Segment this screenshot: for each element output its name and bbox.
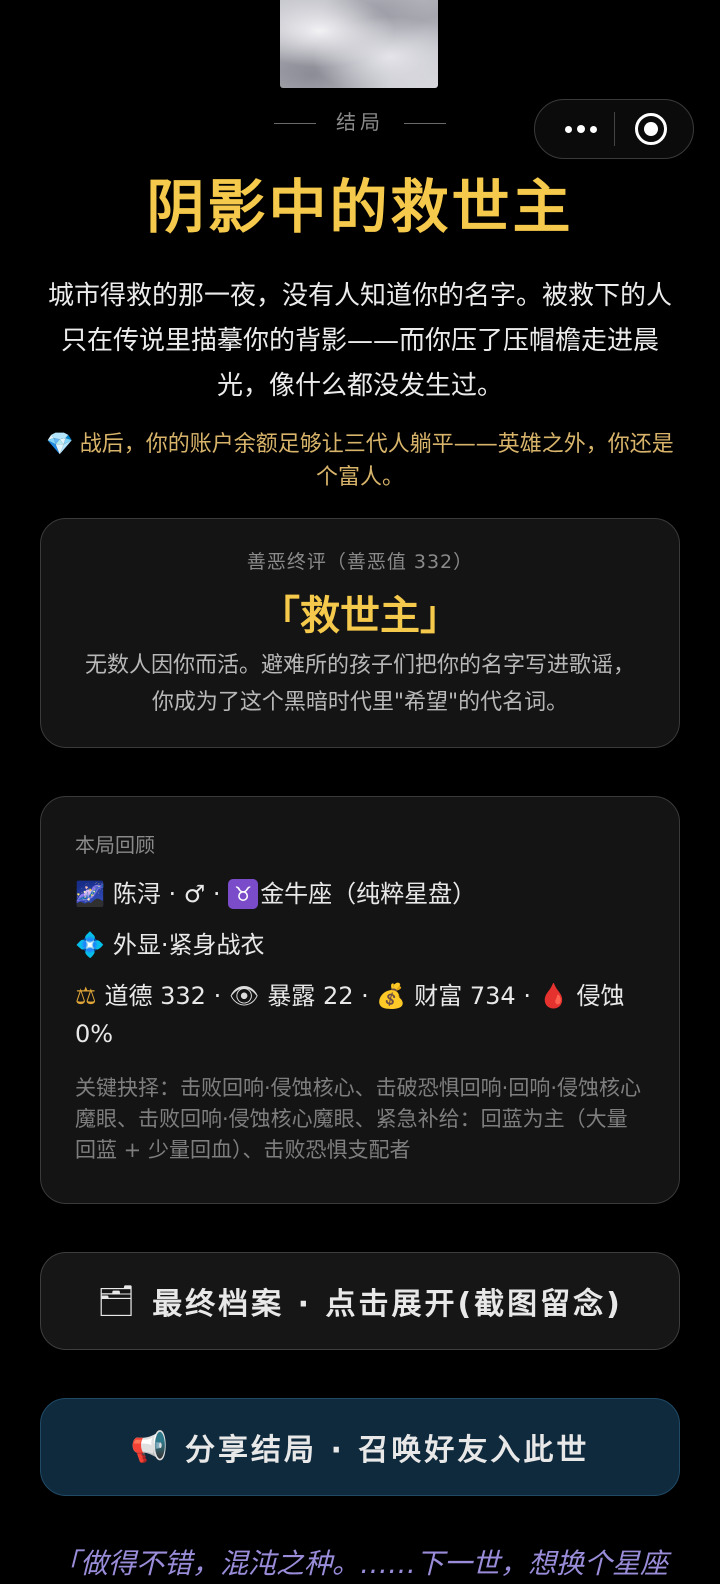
file-cabinet-icon: 🗂 <box>97 1283 139 1319</box>
verdict-label: 善恶终评（善恶值 332） <box>246 551 474 573</box>
divider-left <box>274 123 316 124</box>
review-appearance: 💠 外显·紧身战衣 <box>75 926 647 964</box>
review-stats: ⚖ 道德 332 · 👁 暴露 22 · 💰 财富 734 · 🩸 侵蚀 0% <box>75 977 647 1053</box>
scale-icon: ⚖ <box>75 982 97 1010</box>
final-archive-label: 最终档案 · 点击展开(截图留念) <box>152 1287 623 1322</box>
review-card: 本局回顾 🌌 陈浔 · ♂ · ♉ 金牛座（纯粹星盘） 💠 外显·紧身战衣 ⚖ 道德 3… <box>40 796 680 1204</box>
galaxy-icon: 🌌 <box>75 880 105 908</box>
exposure-stat: 暴露 22 · <box>267 982 377 1010</box>
verdict-title: 「救世主」 <box>260 593 460 639</box>
verdict-card: 善恶终评（善恶值 332） 「救世主」 无数人因你而活。避难所的孩子们把你的名字… <box>40 518 680 748</box>
diamond-shape-icon: 💠 <box>75 931 105 959</box>
section-label: 结局 <box>0 106 720 135</box>
review-heading: 本局回顾 <box>75 833 155 857</box>
wealth-note-text: 战后，你的账户余额足够让三代人躺平——英雄之外，你还是个富人。 <box>79 432 674 490</box>
blood-drop-icon: 🩸 <box>538 982 569 1010</box>
money-bag-icon: 💰 <box>376 982 407 1010</box>
megaphone-icon: 📢 <box>130 1429 172 1465</box>
zodiac-text: 金牛座（纯粹星盘） <box>260 880 477 908</box>
ending-cover-image <box>280 0 438 88</box>
ending-title: 阴影中的救世主 <box>146 173 574 241</box>
divider-right <box>404 123 446 124</box>
morality-stat: 道德 332 · <box>104 982 229 1010</box>
appearance-text: 外显·紧身战衣 <box>112 931 265 959</box>
section-label-text: 结局 <box>336 110 384 134</box>
ending-description: 城市得救的那一夜，没有人知道你的名字。被救下的人只在传说里描摹你的背影——而你压… <box>47 281 672 401</box>
diamond-icon: 💎 <box>46 432 74 457</box>
wealth-stat: 财富 734 · <box>414 982 539 1010</box>
wealth-note: 💎 战后，你的账户余额足够让三代人躺平——英雄之外，你还是个富人。 <box>40 428 680 494</box>
footer-quote: 「做得不错，混沌之种。……下一世，想换个星座 <box>51 1547 668 1580</box>
identity-text: 陈浔 · ♂ · <box>112 880 229 908</box>
review-identity: 🌌 陈浔 · ♂ · ♉ 金牛座（纯粹星盘） <box>75 875 647 913</box>
share-ending-button[interactable]: 📢 分享结局 · 召唤好友入此世 <box>40 1398 680 1496</box>
share-ending-label: 分享结局 · 召唤好友入此世 <box>185 1433 590 1468</box>
taurus-icon: ♉ <box>228 879 259 909</box>
key-choices: 关键抉择：击败回响·侵蚀核心、击破恐惧回响·回响·侵蚀核心魔眼、击败回响·侵蚀核… <box>75 1076 642 1162</box>
verdict-description: 无数人因你而活。避难所的孩子们把你的名字写进歌谣，你成为了这个黑暗时代里"希望"… <box>84 653 635 715</box>
eye-icon: 👁 <box>228 982 260 1010</box>
final-archive-button[interactable]: 🗂 最终档案 · 点击展开(截图留念) <box>40 1252 680 1350</box>
